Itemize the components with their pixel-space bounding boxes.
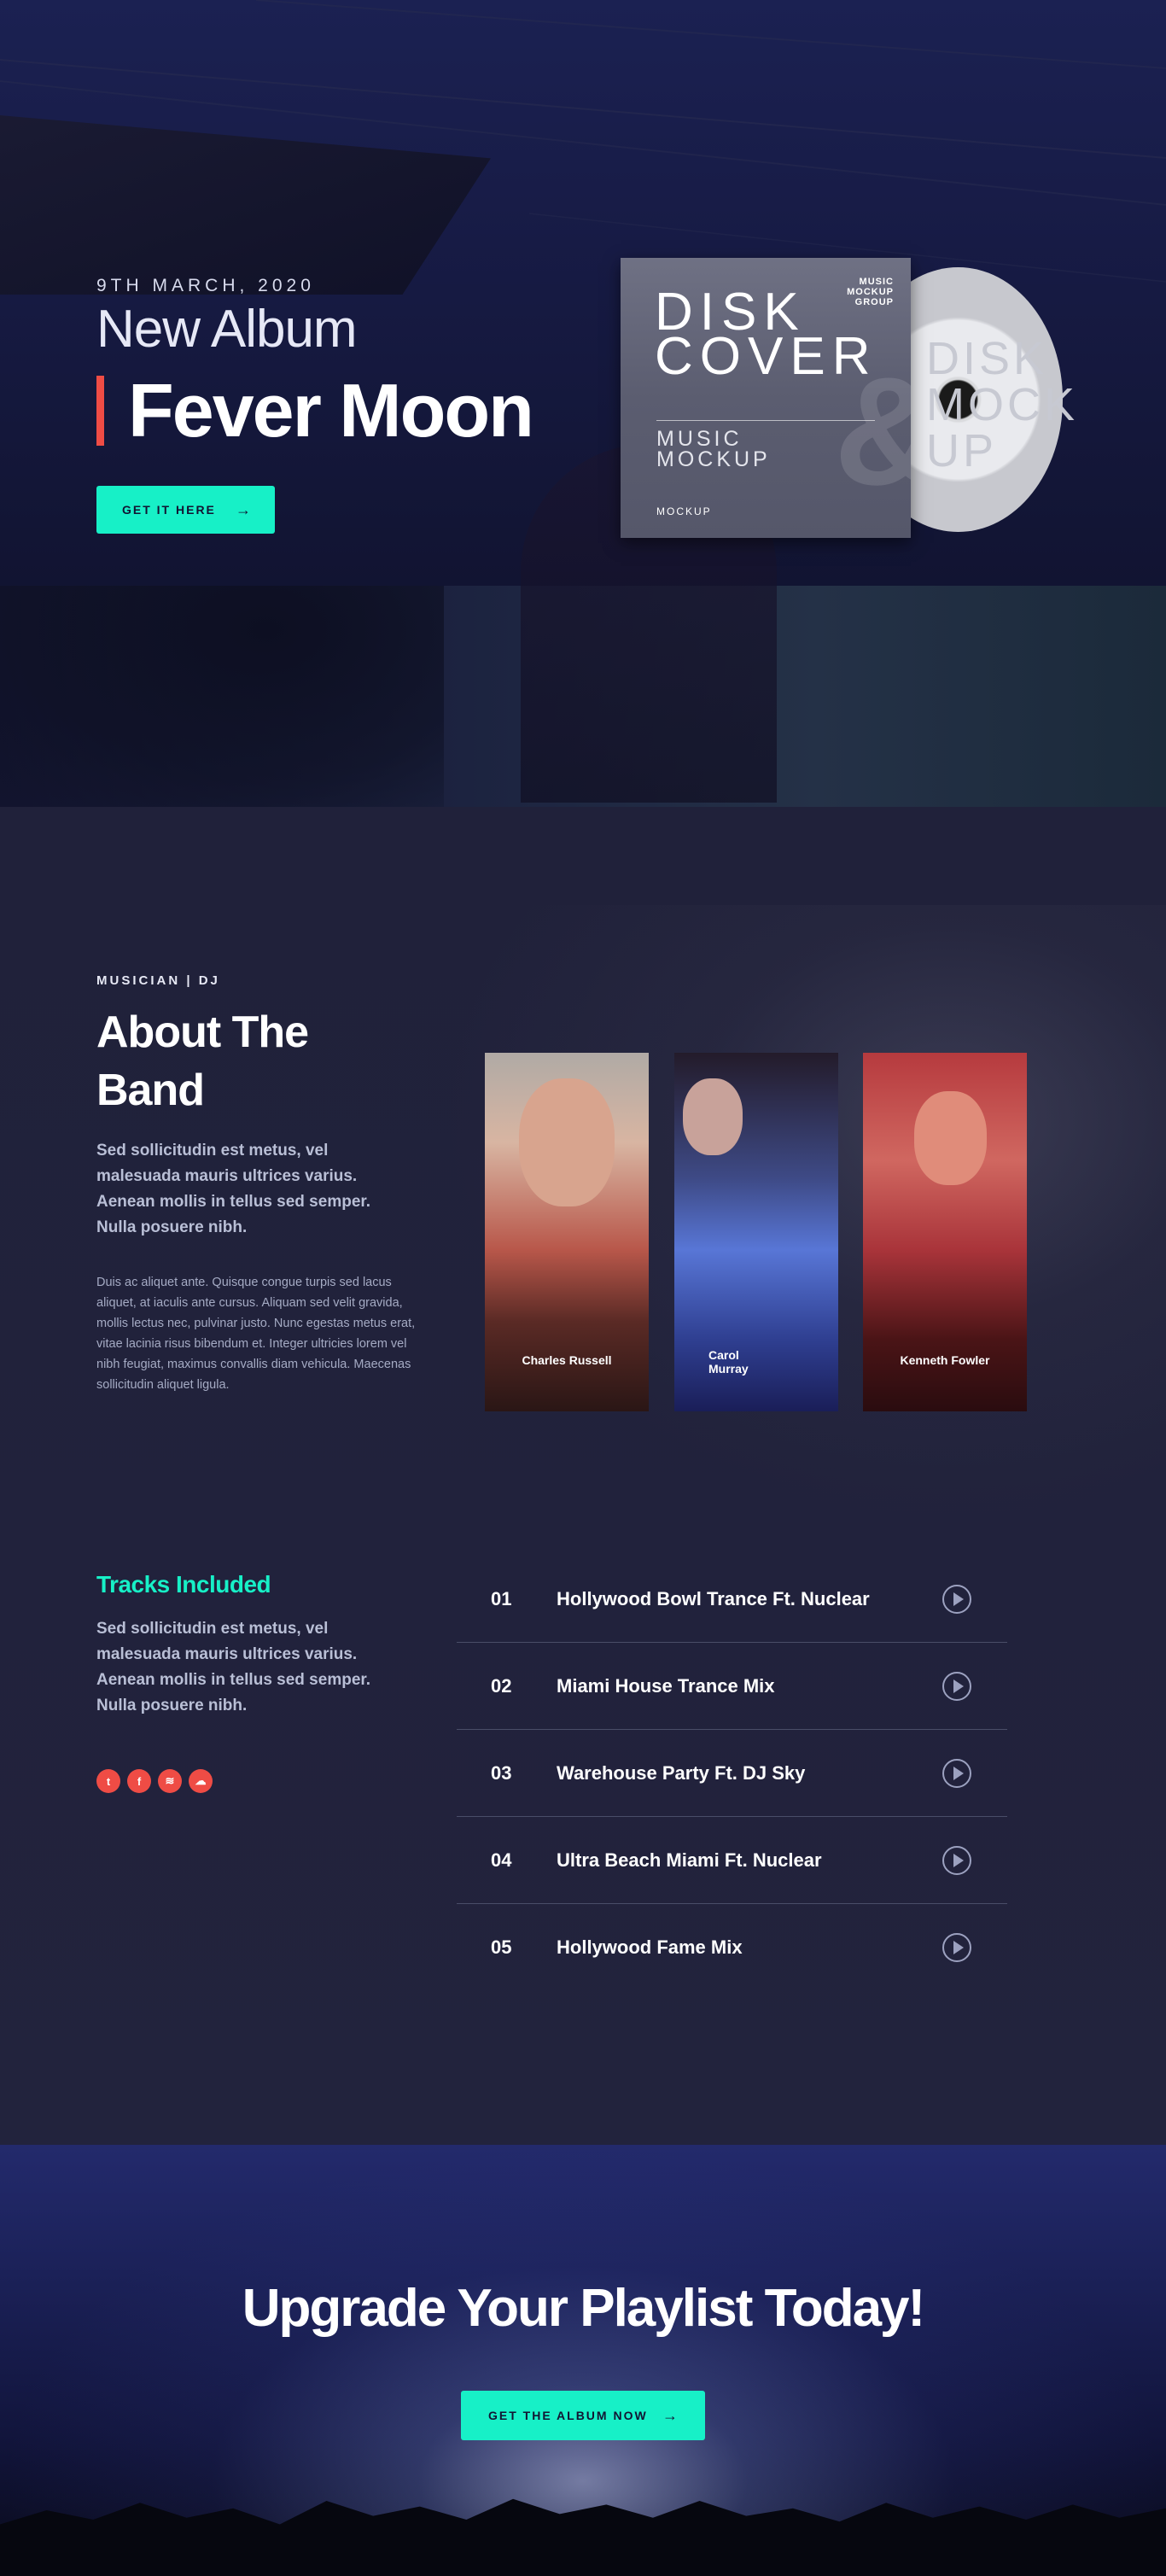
track-number: 04	[491, 1849, 512, 1871]
track-title: Miami House Trance Mix	[557, 1674, 775, 1697]
get-the-album-button[interactable]: GET THE ALBUM NOW →	[461, 2391, 705, 2440]
track-title: Hollywood Fame Mix	[557, 1936, 743, 1958]
member-name: Kenneth Fowler	[900, 1353, 990, 1367]
track-row: 02 Miami House Trance Mix	[457, 1643, 1007, 1730]
facebook-icon[interactable]: f	[127, 1769, 151, 1793]
hero-subtitle: New Album	[96, 300, 358, 359]
track-number: 03	[491, 1761, 512, 1784]
about-body: Duis ac aliquet ante. Quisque congue tur…	[96, 1276, 416, 1392]
background-shadow	[0, 586, 444, 807]
arrow-right-icon: →	[236, 500, 253, 518]
cta-title: Upgrade Your Playlist Today!	[242, 2279, 925, 2338]
cover-title: DISK COVER	[655, 286, 877, 386]
get-it-here-button[interactable]: GET IT HERE →	[96, 486, 275, 534]
play-icon[interactable]	[942, 1845, 971, 1875]
cta-section	[0, 2145, 1166, 2576]
cover-subtitle: MUSIC MOCKUP	[656, 429, 771, 470]
twitter-icon[interactable]: t	[96, 1769, 120, 1793]
button-label: GET THE ALBUM NOW	[488, 2409, 648, 2422]
member-card[interactable]: Charles Russell	[485, 1053, 649, 1411]
button-label: GET IT HERE	[122, 503, 216, 517]
member-photo	[914, 1091, 987, 1185]
play-icon[interactable]	[942, 1671, 971, 1701]
cover-subtitle-line: MUSIC	[656, 427, 743, 451]
track-row: 03 Warehouse Party Ft. DJ Sky	[457, 1730, 1007, 1817]
track-title: Warehouse Party Ft. DJ Sky	[557, 1761, 806, 1784]
release-date: 9TH MARCH, 2020	[96, 276, 315, 295]
track-row: 04 Ultra Beach Miami Ft. Nuclear	[457, 1817, 1007, 1904]
soundcloud-icon[interactable]: ☁	[189, 1769, 213, 1793]
badge-line: MUSIC	[859, 277, 894, 287]
member-photo	[519, 1078, 615, 1206]
track-number: 01	[491, 1587, 512, 1609]
play-icon[interactable]	[942, 1584, 971, 1614]
track-row: 01 Hollywood Bowl Trance Ft. Nuclear	[457, 1556, 1007, 1643]
arrow-right-icon: →	[662, 2406, 679, 2424]
about-lead: Sed sollicitudin est metus, vel malesuad…	[96, 1142, 371, 1236]
track-title: Hollywood Bowl Trance Ft. Nuclear	[557, 1587, 870, 1609]
play-icon[interactable]	[942, 1933, 971, 1962]
spotify-icon[interactable]: ≋	[158, 1769, 182, 1793]
disc-print-text: DISK MOCK UP	[926, 333, 1078, 476]
play-icon[interactable]	[942, 1758, 971, 1788]
member-name: Carol Murray	[708, 1348, 749, 1376]
track-row: 05 Hollywood Fame Mix	[457, 1904, 1007, 1991]
album-title: Fever Moon	[128, 368, 534, 453]
track-number: 05	[491, 1936, 512, 1958]
section-eyebrow: MUSICIAN | DJ	[96, 973, 220, 988]
title-accent-bar	[96, 376, 104, 446]
member-photo	[683, 1078, 743, 1155]
cover-logo: MOCKUP	[656, 505, 712, 517]
social-links: t f ≋ ☁	[96, 1769, 213, 1793]
tracks-lead: Sed sollicitudin est metus, vel malesuad…	[96, 1620, 371, 1714]
album-cover-image: & MUSIC MOCKUP GROUP DISK COVER MUSIC MO…	[621, 258, 911, 538]
about-title: About The Band	[96, 1008, 309, 1115]
cover-subtitle-line: MOCKUP	[656, 447, 771, 471]
member-name: Charles Russell	[522, 1353, 612, 1367]
track-number: 02	[491, 1674, 512, 1697]
member-card[interactable]: Carol Murray	[674, 1053, 838, 1411]
track-title: Ultra Beach Miami Ft. Nuclear	[557, 1849, 822, 1871]
cover-title-line: COVER	[655, 327, 877, 386]
cover-divider	[656, 420, 875, 421]
member-card[interactable]: Kenneth Fowler	[863, 1053, 1027, 1411]
tracks-title: Tracks Included	[96, 1571, 271, 1598]
